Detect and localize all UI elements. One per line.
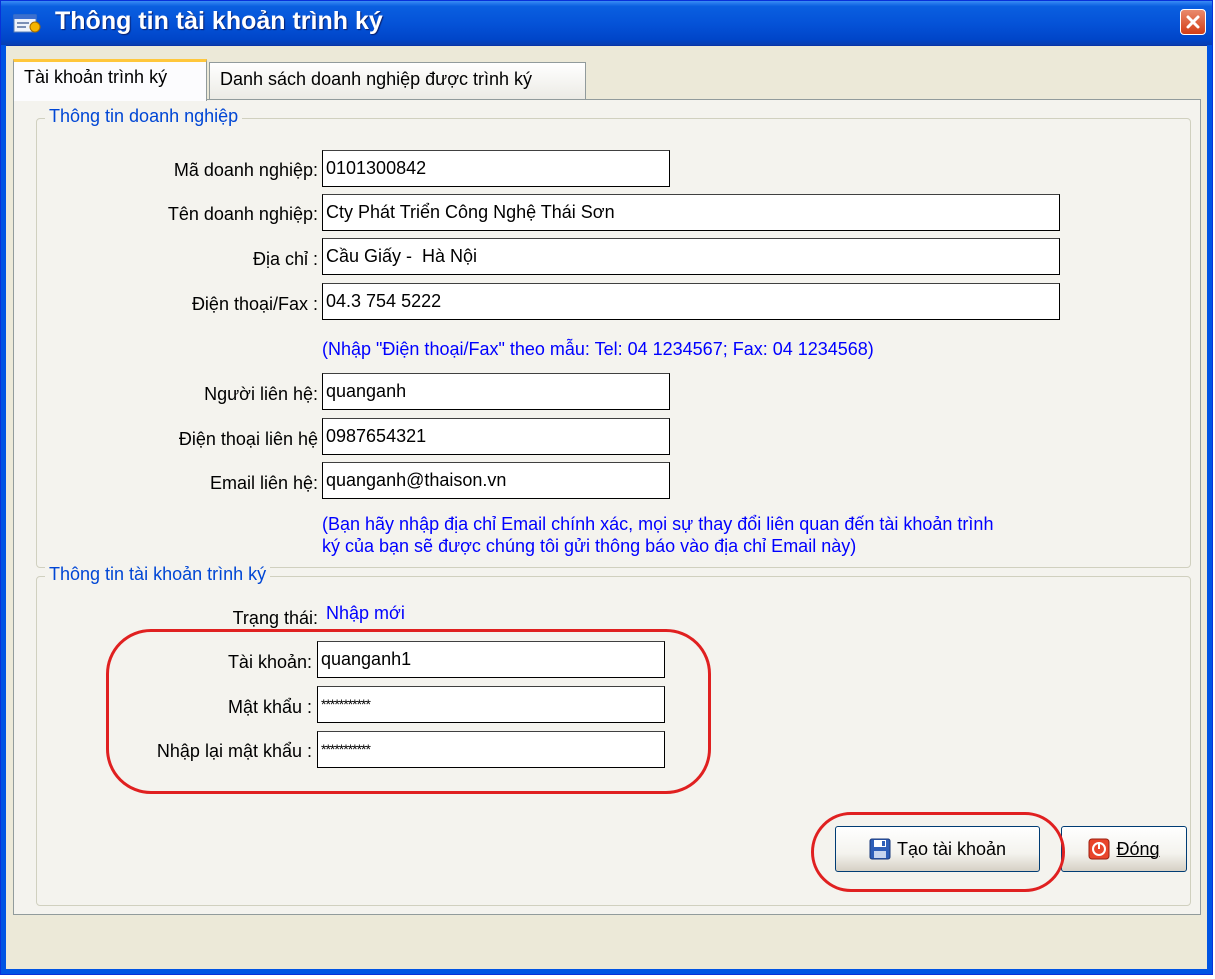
window-border-left xyxy=(1,45,6,974)
close-window-button[interactable] xyxy=(1180,9,1206,35)
label-ten-doanh-nghiep: Tên doanh nghiệp: xyxy=(167,204,318,224)
title-bar[interactable]: Thông tin tài khoản trình ký xyxy=(1,1,1212,46)
label-ma-doanh-nghiep: Mã doanh nghiệp: xyxy=(173,160,318,180)
dialog-window: Thông tin tài khoản trình ký Tài khoản t… xyxy=(0,0,1213,975)
highlight-credentials xyxy=(106,629,711,794)
email-hint-line1: (Bạn hãy nhập địa chỉ Email chính xác, m… xyxy=(322,514,994,534)
tab-danh-sach-doanh-nghiep[interactable]: Danh sách doanh nghiệp được trình ký xyxy=(209,62,586,99)
email-hint-line2: ký của bạn sẽ được chúng tôi gửi thông b… xyxy=(322,536,857,556)
close-icon xyxy=(1186,15,1200,29)
dien-thoai-fax-input[interactable] xyxy=(322,283,1060,320)
label-nguoi-lien-he: Người liên hệ: xyxy=(204,384,318,404)
dong-label: Đóng xyxy=(1116,838,1160,859)
dong-button[interactable]: Đóng xyxy=(1061,826,1187,872)
label-dien-thoai-fax: Điện thoại/Fax : xyxy=(191,294,318,314)
ma-doanh-nghiep-input[interactable] xyxy=(322,150,670,187)
power-off-icon xyxy=(1088,838,1110,860)
highlight-create-button xyxy=(811,812,1065,892)
dia-chi-input[interactable] xyxy=(322,238,1060,275)
label-dia-chi: Địa chỉ : xyxy=(252,249,318,269)
window-border-bottom xyxy=(1,969,1212,974)
label-dien-thoai-lien-he: Điện thoại liên hệ xyxy=(178,429,318,449)
tab-tai-khoan-trinh-ky[interactable]: Tài khoản trình ký xyxy=(13,59,207,101)
phone-format-hint: (Nhập "Điện thoại/Fax" theo mẫu: Tel: 04… xyxy=(322,339,874,359)
window-border-right xyxy=(1207,45,1212,974)
dien-thoai-lien-he-input[interactable] xyxy=(322,418,670,455)
company-info-legend: Thông tin doanh nghiệp xyxy=(45,106,243,127)
nguoi-lien-he-input[interactable] xyxy=(322,373,670,410)
label-email-lien-he: Email liên hệ: xyxy=(209,473,318,493)
form-app-icon xyxy=(13,14,41,33)
status-value: Nhập mới xyxy=(326,603,405,623)
account-info-legend: Thông tin tài khoản trình ký xyxy=(45,564,271,585)
email-lien-he-input[interactable] xyxy=(322,462,670,499)
label-trang-thai: Trạng thái: xyxy=(232,608,318,628)
ten-doanh-nghiep-input[interactable] xyxy=(322,194,1060,231)
window-title: Thông tin tài khoản trình ký xyxy=(55,7,383,35)
